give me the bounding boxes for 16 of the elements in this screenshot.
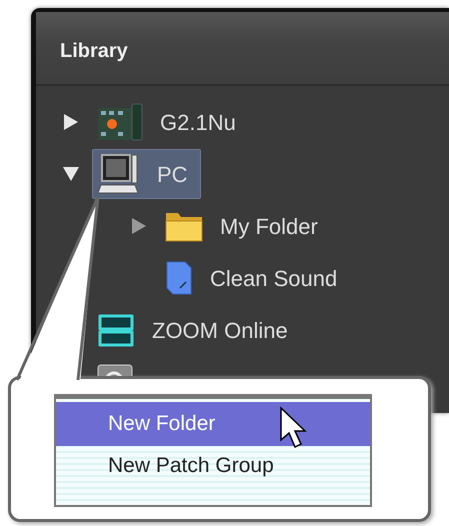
device-icon (96, 102, 144, 142)
menu-item[interactable]: New Patch Group (56, 446, 370, 486)
tree-item[interactable]: ZOOM Online (92, 308, 300, 352)
collapse-arrow-icon[interactable] (62, 166, 80, 182)
expand-arrow-icon[interactable] (131, 217, 147, 235)
expand-arrow-icon[interactable] (63, 113, 79, 131)
document-icon (164, 260, 194, 296)
tree-item[interactable]: Clean Sound (160, 256, 350, 300)
tree-item[interactable]: PC (92, 149, 201, 199)
tree-item[interactable]: My Folder (160, 204, 330, 248)
pointer-cursor-icon (280, 406, 307, 448)
stacked-bars-icon (96, 312, 136, 348)
panel-title: Library (60, 40, 128, 62)
computer-icon (97, 152, 141, 196)
tree-item[interactable]: G2.1Nu (92, 100, 248, 144)
menu-item[interactable]: New Folder (56, 402, 370, 446)
